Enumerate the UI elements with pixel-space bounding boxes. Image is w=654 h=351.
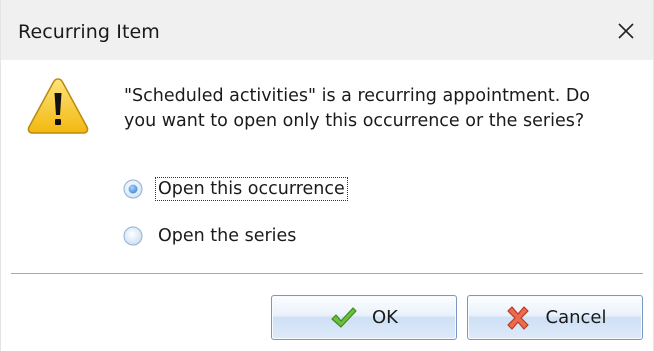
radio-selected-icon[interactable] <box>123 179 143 199</box>
option-open-series[interactable]: Open the series <box>123 223 298 249</box>
close-icon <box>618 23 634 39</box>
message-line-1: "Scheduled activities" is a recurring ap… <box>124 86 591 106</box>
option-label: Open the series <box>158 226 297 246</box>
close-button[interactable] <box>609 14 643 48</box>
checkmark-icon <box>331 306 357 328</box>
message-text: "Scheduled activities" is a recurring ap… <box>124 84 644 134</box>
option-open-occurrence[interactable]: Open this occurrence <box>123 176 348 202</box>
ok-button-label: OK <box>372 307 398 328</box>
cancel-button[interactable]: Cancel <box>467 295 643 340</box>
warning-icon <box>26 76 90 136</box>
message-line-2: you want to open only this occurrence or… <box>124 111 585 131</box>
cancel-button-label: Cancel <box>545 307 607 328</box>
recurring-item-dialog: Recurring Item "Scheduled activities" is… <box>0 0 654 351</box>
option-label: Open this occurrence <box>155 177 348 201</box>
radio-unselected-icon[interactable] <box>123 226 143 246</box>
x-mark-icon <box>506 305 529 330</box>
dialog-title: Recurring Item <box>18 21 160 43</box>
ok-button[interactable]: OK <box>271 295 457 340</box>
divider <box>11 273 643 274</box>
title-bar: Recurring Item <box>1 0 653 60</box>
